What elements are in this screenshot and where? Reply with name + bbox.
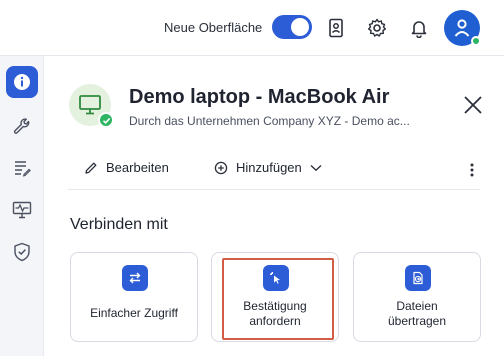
file-transfer-card[interactable]: Dateien übertragen <box>353 252 481 342</box>
easy-access-label: Einfacher Zugriff <box>90 306 178 320</box>
connect-section-title: Verbinden mit <box>70 216 168 233</box>
notification-bell-icon[interactable] <box>406 15 432 41</box>
device-subtitle: Durch das Unternehmen Company XYZ - Demo… <box>129 114 410 128</box>
easy-access-card[interactable]: Einfacher Zugriff <box>70 252 198 342</box>
sidebar-item-tools[interactable] <box>6 110 38 142</box>
online-check-icon <box>98 112 114 128</box>
edit-button[interactable]: Bearbeiten <box>84 160 169 175</box>
add-dropdown-button[interactable]: Hinzufügen <box>214 160 322 175</box>
info-icon <box>14 74 30 90</box>
user-icon <box>454 19 470 37</box>
settings-gear-icon[interactable] <box>364 15 390 41</box>
file-transfer-label-line1: Dateien <box>396 299 438 313</box>
sidebar-item-security[interactable] <box>6 236 38 268</box>
new-ui-toggle[interactable] <box>272 15 312 39</box>
more-options-icon[interactable] <box>464 160 480 180</box>
online-status-dot <box>471 36 481 46</box>
user-avatar[interactable] <box>444 10 481 46</box>
cursor-click-icon <box>263 265 289 291</box>
pencil-icon <box>85 162 97 174</box>
sidebar-item-monitoring[interactable] <box>6 194 38 226</box>
edit-button-label: Bearbeiten <box>106 160 169 175</box>
request-confirmation-label-line2: anfordern <box>249 314 301 328</box>
wrench-icon <box>13 118 30 134</box>
request-confirmation-label-line1: Bestätigung <box>243 299 307 313</box>
top-bar: Neue Oberfläche <box>0 0 504 56</box>
action-bar: Bearbeiten Hinzufügen <box>68 150 480 190</box>
file-transfer-icon <box>405 265 431 291</box>
monitor-icon <box>79 95 101 115</box>
swap-arrows-icon <box>122 265 148 291</box>
chevron-down-icon <box>310 164 322 171</box>
notes-icon <box>15 161 31 177</box>
sidebar-item-info[interactable] <box>6 66 38 98</box>
device-title: Demo laptop - MacBook Air <box>129 86 390 108</box>
file-transfer-label-line2: übertragen <box>387 314 447 328</box>
device-panel: Demo laptop - MacBook Air Durch das Unte… <box>44 56 504 356</box>
toggle-knob <box>291 18 309 36</box>
device-avatar <box>69 84 114 128</box>
monitor-activity-icon <box>12 201 32 219</box>
close-icon[interactable] <box>462 94 484 116</box>
request-confirmation-card[interactable]: Bestätigung anfordern <box>211 252 339 342</box>
add-button-label: Hinzufügen <box>236 160 302 175</box>
sidebar <box>0 56 44 356</box>
contact-card-icon[interactable] <box>323 15 349 41</box>
new-ui-toggle-label: Neue Oberfläche <box>164 20 263 35</box>
sidebar-item-notes[interactable] <box>6 152 38 184</box>
plus-circle-icon <box>214 161 228 174</box>
shield-check-icon <box>14 242 30 262</box>
